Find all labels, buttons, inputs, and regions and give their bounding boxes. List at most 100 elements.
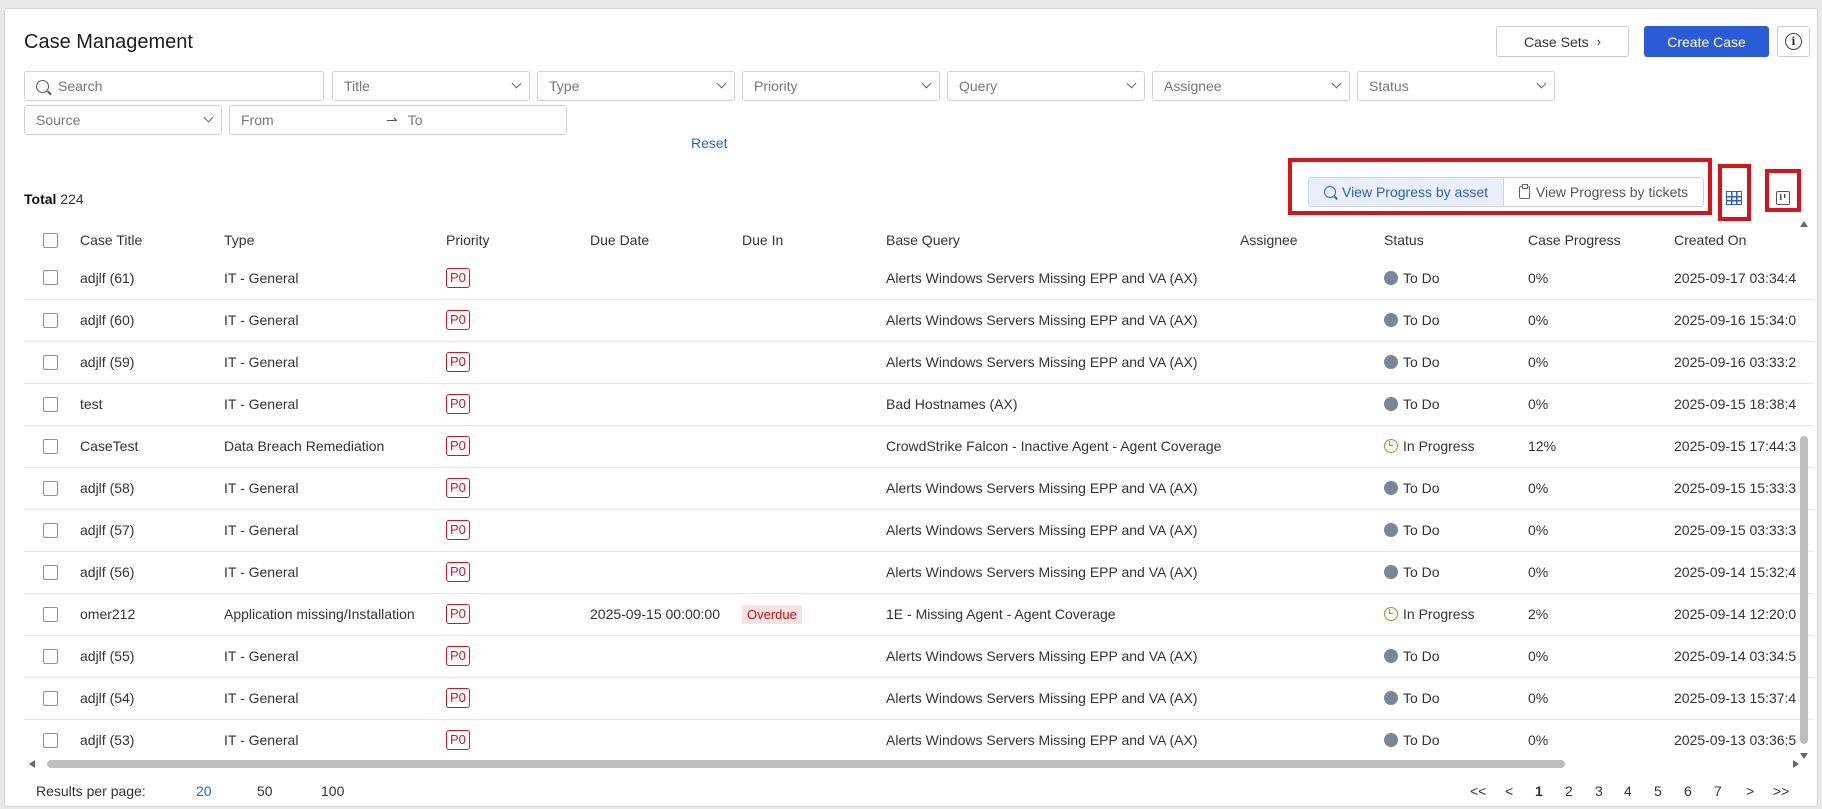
status-dot-icon xyxy=(1384,270,1398,285)
row-checkbox[interactable] xyxy=(43,522,58,538)
case-title-cell[interactable]: CaseTest xyxy=(80,425,224,468)
page-number[interactable]: 4 xyxy=(1624,783,1632,799)
case-title-cell[interactable]: adjlf (53) xyxy=(80,719,224,757)
page-number[interactable]: 3 xyxy=(1595,783,1603,799)
table-row[interactable]: adjlf (58) IT - General P0 Alerts Windows S… xyxy=(24,467,1814,510)
case-title-cell[interactable]: adjlf (58) xyxy=(80,467,224,510)
row-checkbox[interactable] xyxy=(43,606,58,622)
case-title-cell[interactable]: adjlf (57) xyxy=(80,509,224,552)
page-number[interactable]: 6 xyxy=(1684,783,1692,799)
table-row[interactable]: CaseTest Data Breach Remediation P0 CrowdSt… xyxy=(24,425,1814,468)
info-button[interactable]: i xyxy=(1777,26,1810,57)
last-page-button[interactable]: >> xyxy=(1773,783,1789,799)
next-page-button[interactable]: > xyxy=(1746,783,1754,799)
table-row[interactable]: omer212 Application missing/Installation P… xyxy=(24,593,1814,636)
page-size-option[interactable]: 20 xyxy=(196,783,212,799)
row-checkbox[interactable] xyxy=(43,480,58,496)
table-row[interactable]: adjlf (54) IT - General P0 Alerts Windows S… xyxy=(24,677,1814,720)
column-header[interactable]: Type xyxy=(224,223,446,257)
case-title-cell[interactable]: adjlf (54) xyxy=(80,677,224,720)
table-row[interactable]: test IT - General P0 Bad Hostnames (AX) To D… xyxy=(24,383,1814,426)
case-title-cell[interactable]: omer212 xyxy=(80,593,224,636)
page-size-option[interactable]: 50 xyxy=(257,783,273,799)
row-checkbox[interactable] xyxy=(43,564,58,580)
row-checkbox[interactable] xyxy=(43,354,58,370)
column-header[interactable]: Case Progress xyxy=(1528,223,1674,257)
title-filter[interactable]: Title xyxy=(332,71,530,101)
to-date-input[interactable]: To xyxy=(408,112,423,128)
priority-cell: P0 xyxy=(446,257,590,300)
scroll-up-icon[interactable] xyxy=(1800,221,1808,227)
table-row[interactable]: adjlf (60) IT - General P0 Alerts Windows S… xyxy=(24,299,1814,342)
table-row[interactable]: adjlf (61) IT - General P0 Alerts Windows S… xyxy=(24,257,1814,300)
case-title-cell[interactable]: adjlf (56) xyxy=(80,551,224,594)
priority-cell: P0 xyxy=(446,383,590,426)
vertical-scrollbar[interactable] xyxy=(1799,219,1809,759)
status-cell: In Progress xyxy=(1384,425,1528,468)
scroll-down-icon[interactable] xyxy=(1800,753,1808,759)
type-cell: IT - General xyxy=(224,383,446,426)
row-select-cell xyxy=(24,299,80,342)
table-row[interactable]: adjlf (53) IT - General P0 Alerts Windows S… xyxy=(24,719,1814,757)
base-query-cell: 1E - Missing Agent - Agent Coverage xyxy=(886,593,1240,636)
column-header[interactable]: Due In xyxy=(742,223,886,257)
status-filter[interactable]: Status xyxy=(1357,71,1555,101)
scroll-right-icon[interactable] xyxy=(1793,760,1799,768)
row-checkbox[interactable] xyxy=(43,690,58,706)
column-header[interactable]: Due Date xyxy=(590,223,742,257)
column-header[interactable]: Assignee xyxy=(1240,223,1384,257)
row-checkbox[interactable] xyxy=(43,270,58,286)
reset-link[interactable]: Reset xyxy=(691,135,728,151)
row-checkbox[interactable] xyxy=(43,438,58,454)
table-row[interactable]: adjlf (55) IT - General P0 Alerts Windows S… xyxy=(24,635,1814,678)
column-header[interactable]: Priority xyxy=(446,223,590,257)
horizontal-scrollbar[interactable] xyxy=(29,759,1799,769)
priority-filter[interactable]: Priority xyxy=(742,71,940,101)
table-row[interactable]: adjlf (57) IT - General P0 Alerts Windows S… xyxy=(24,509,1814,552)
from-date-input[interactable]: From xyxy=(241,112,386,128)
query-filter[interactable]: Query xyxy=(947,71,1145,101)
row-checkbox[interactable] xyxy=(43,732,58,748)
table-row[interactable]: adjlf (56) IT - General P0 Alerts Windows S… xyxy=(24,551,1814,594)
status-cell: To Do xyxy=(1384,635,1528,678)
status-cell: To Do xyxy=(1384,509,1528,552)
case-title-cell[interactable]: adjlf (55) xyxy=(80,635,224,678)
due-in-cell xyxy=(742,299,886,342)
due-date-cell xyxy=(590,467,742,510)
date-range-picker[interactable]: From ⇀ To xyxy=(229,105,567,135)
case-title-cell[interactable]: adjlf (60) xyxy=(80,299,224,342)
row-checkbox[interactable] xyxy=(43,312,58,328)
row-select-cell xyxy=(24,383,80,426)
due-in-cell xyxy=(742,635,886,678)
column-header[interactable]: Case Title xyxy=(80,223,224,257)
created-on-cell: 2025-09-13 03:36:5 xyxy=(1674,719,1814,757)
column-header[interactable]: Created On xyxy=(1674,223,1814,257)
search-input[interactable]: Search xyxy=(24,71,324,101)
case-title-cell[interactable]: test xyxy=(80,383,224,426)
page-number[interactable]: 7 xyxy=(1714,783,1722,799)
case-title-cell[interactable]: adjlf (61) xyxy=(80,257,224,300)
column-header[interactable]: Status xyxy=(1384,223,1528,257)
page-number[interactable]: 2 xyxy=(1565,783,1573,799)
source-filter[interactable]: Source xyxy=(24,105,222,135)
page-number[interactable]: 5 xyxy=(1654,783,1662,799)
case-title-cell[interactable]: adjlf (59) xyxy=(80,341,224,384)
horizontal-scroll-thumb[interactable] xyxy=(47,760,1565,768)
type-filter[interactable]: Type xyxy=(537,71,735,101)
case-sets-button[interactable]: Case Sets › xyxy=(1496,26,1629,57)
select-all-checkbox[interactable] xyxy=(43,232,58,248)
create-case-button[interactable]: Create Case xyxy=(1644,26,1769,57)
created-on-cell: 2025-09-14 03:34:5 xyxy=(1674,635,1814,678)
vertical-scroll-thumb[interactable] xyxy=(1800,436,1808,744)
first-page-button[interactable]: << xyxy=(1470,783,1486,799)
prev-page-button[interactable]: < xyxy=(1505,783,1513,799)
row-checkbox[interactable] xyxy=(43,648,58,664)
chevron-down-icon xyxy=(716,78,727,89)
row-checkbox[interactable] xyxy=(43,396,58,412)
table-row[interactable]: adjlf (59) IT - General P0 Alerts Windows S… xyxy=(24,341,1814,384)
assignee-filter[interactable]: Assignee xyxy=(1152,71,1350,101)
column-header[interactable]: Base Query xyxy=(886,223,1240,257)
page-size-option[interactable]: 100 xyxy=(321,783,344,799)
page-number[interactable]: 1 xyxy=(1535,783,1543,799)
scroll-left-icon[interactable] xyxy=(29,760,35,768)
